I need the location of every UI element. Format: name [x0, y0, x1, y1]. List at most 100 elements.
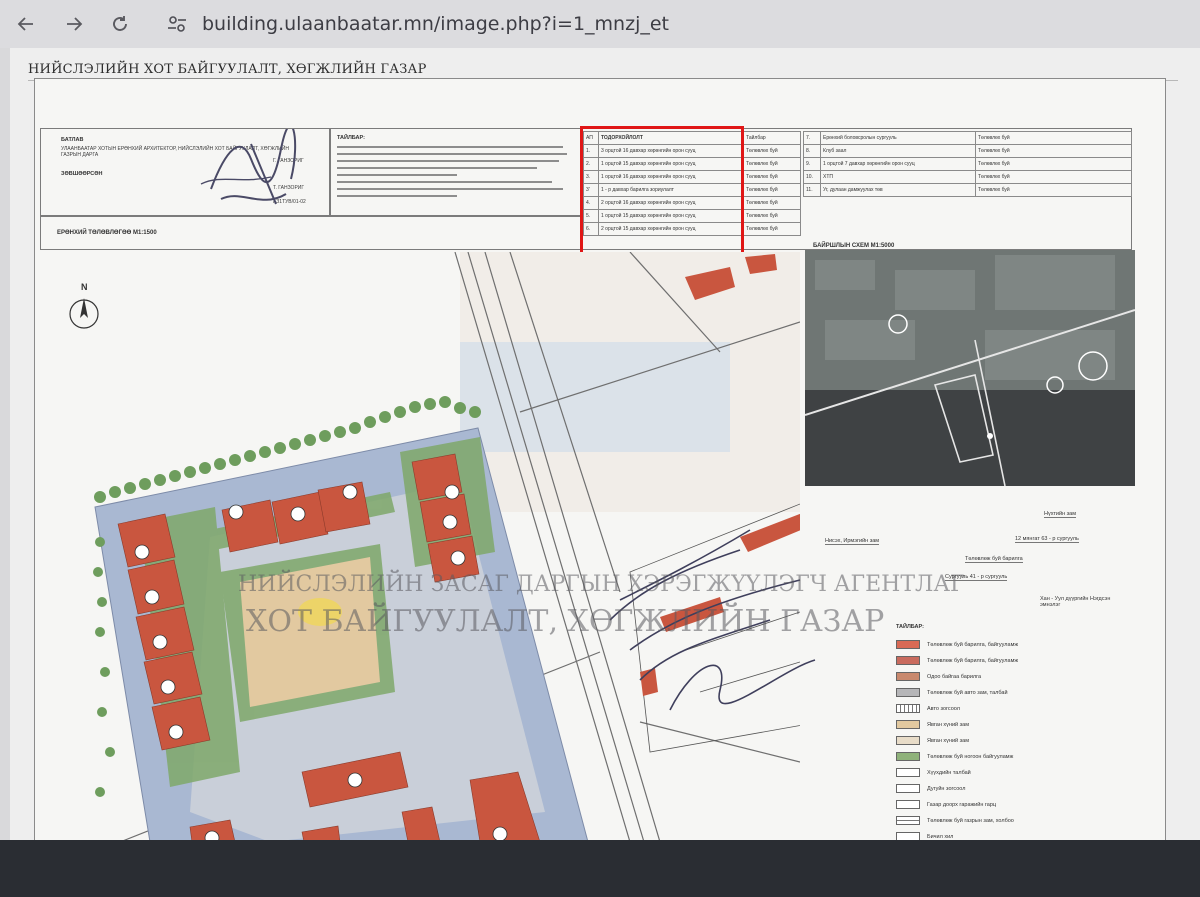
- handwritten-signature: [200, 129, 297, 205]
- spec-note: Төлөвлөх буй: [743, 209, 801, 223]
- url-text[interactable]: building.ulaanbaatar.mn/image.php?i=1_mn…: [202, 13, 669, 35]
- spec-desc: Уг, дулаан дамжуулах төв: [820, 183, 976, 197]
- location-map: [804, 250, 1136, 487]
- leader-label: Төлөвлөж буй барилга: [965, 556, 1023, 563]
- legend-swatch: [896, 816, 920, 825]
- spec-note: Төлөвлөх буй: [975, 183, 1132, 197]
- legend-swatch: [896, 704, 920, 713]
- legend-title: ТАЙЛБАР:: [896, 624, 924, 630]
- spec-note: Төлөвлөх буй: [743, 183, 801, 197]
- legend-item: Төлөвлөж буй ногоон байгууламж: [896, 752, 1013, 761]
- legend-swatch: [896, 656, 920, 665]
- notes-text-lines: [337, 146, 567, 197]
- spec-desc: 1 орцтой 7 давхар хөрөнгийн орон сууц: [820, 157, 976, 171]
- legend-item: Төлөвлөж буй барилга, байгууламж: [896, 656, 1018, 665]
- spec-header-note: Тайлбар: [743, 131, 801, 145]
- legend-text: Явган хүний зам: [927, 737, 969, 744]
- forward-arrow-icon[interactable]: [58, 8, 90, 40]
- reload-icon[interactable]: [104, 8, 136, 40]
- table-row: 9. 1 орцтой 7 давхар хөрөнгийн орон сууц Т…: [803, 157, 1132, 171]
- spec-num: 7.: [803, 131, 821, 145]
- legend-text: Төлөвлөж буй авто зам, талбай: [927, 689, 1008, 696]
- spec-num: 10.: [803, 170, 821, 184]
- spec-note: Төлөвлөх буй: [743, 157, 801, 171]
- legend-swatch: [896, 752, 920, 761]
- table-row: 7. Ерөнхий боловсролын сургууль Төлөвлөх б…: [803, 131, 1132, 145]
- legend-item: Төлөвлөж буй авто зам, талбай: [896, 688, 1008, 697]
- legend-text: Төлөвлөж буй барилга, байгууламж: [927, 657, 1019, 664]
- watermark-department: ХОТ БАЙГУУЛАЛТ, ХӨГЖЛИЙН ГАЗАР: [246, 604, 885, 639]
- watermark-agency: НИЙСЛЭЛИЙН ЗАСАГ ДАРГЫН ХЭРЭГЖҮҮЛЭГЧ АГЕ…: [238, 572, 965, 597]
- general-plan-label: ЕРӨНХИЙ ТӨЛӨВЛӨГӨӨ М1:1500: [57, 230, 157, 236]
- highlight-box: [580, 126, 744, 258]
- leader-label: Нүхтийн зам: [1044, 511, 1077, 518]
- north-label: N: [81, 282, 88, 292]
- spec-note: Төлөвлөх буй: [743, 170, 801, 184]
- spec-num: 8.: [803, 144, 821, 158]
- legend-item: Одоо байгаа барилга: [896, 672, 981, 681]
- spec-note: Төлөвлөх буй: [743, 222, 801, 236]
- legend-text: Төлөвлөж буй ногоон байгууламж: [927, 753, 1014, 760]
- legend-item: Газар доорх гаражийн гарц: [896, 800, 996, 809]
- spec-num: 9.: [803, 157, 821, 171]
- legend-text: Явган хүний зам: [927, 721, 969, 728]
- leader-label: Хан - Уул дүүргийн Нэгдсэн эмнэлэг: [1040, 596, 1111, 608]
- back-arrow-icon[interactable]: [10, 8, 42, 40]
- legend-swatch: [896, 672, 920, 681]
- legend: ТАЙЛБАР: Төлөвлөж буй барилга, байгуулам…: [886, 624, 1146, 852]
- legend-swatch: [896, 800, 920, 809]
- location-scheme-label: БАЙРШЛЫН СХЕМ М1:5000: [813, 243, 895, 249]
- legend-swatch: [896, 736, 920, 745]
- legend-text: Одоо байгаа барилга: [927, 673, 982, 680]
- legend-text: Бичил хил: [927, 833, 954, 840]
- spec-note: Төлөвлөх буй: [975, 170, 1132, 184]
- spec-desc: Клуб заал: [820, 144, 976, 158]
- satellite-image: [804, 250, 1136, 487]
- legend-item: Дугуйн зогсоол: [896, 784, 965, 793]
- spec-desc: ХТП: [820, 170, 976, 184]
- legend-swatch: [896, 688, 920, 697]
- legend-item: Төлөвлөж буй барилга, байгууламж: [896, 640, 1018, 649]
- approve-cell: БАТЛАВ УЛААНБААТАР ХОТЫН ЕРӨНХИЙ АРХИТЕК…: [40, 128, 330, 216]
- monitor-bezel: [0, 840, 1200, 897]
- legend-text: Газар доорх гаражийн гарц: [927, 801, 997, 808]
- legend-text: Төлөвлөж буй газрын зам, холбоо: [927, 817, 1014, 824]
- legend-swatch: [896, 784, 920, 793]
- water-tint: [460, 342, 730, 452]
- legend-swatch: [896, 640, 920, 649]
- table-row: 10. ХТП Төлөвлөх буй: [803, 170, 1132, 184]
- spec-note: Төлөвлөх буй: [975, 144, 1132, 158]
- legend-item: Явган хүний зам: [896, 736, 969, 745]
- legend-text: Төлөвлөж буй барилга, байгууламж: [927, 641, 1019, 648]
- legend-swatch: [896, 720, 920, 729]
- browser-toolbar: building.ulaanbaatar.mn/image.php?i=1_mn…: [0, 0, 1200, 48]
- leader-label: Нисэх, Ирмэгийн зам: [825, 538, 880, 545]
- spec-note: Төлөвлөх буй: [743, 144, 801, 158]
- page-title: НИЙСЛЭЛИЙН ХОТ БАЙГУУЛАЛТ, ХӨГЖЛИЙН ГАЗА…: [28, 62, 427, 77]
- legend-swatch: [896, 768, 920, 777]
- approve-label: БАТЛАВ: [61, 137, 84, 143]
- north-arrow-icon: [69, 298, 99, 329]
- table-row: 11. Уг, дулаан дамжуулах төв Төлөвлөх буй: [803, 183, 1132, 197]
- legend-text: Дугуйн зогсоол: [927, 785, 966, 792]
- notes-cell: ТАЙЛБАР:: [330, 128, 582, 216]
- spec-note: Төлөвлөх буй: [743, 196, 801, 210]
- spec-table-side: 7. Ерөнхий боловсролын сургууль Төлөвлөх б…: [803, 131, 1132, 249]
- legend-item: Төлөвлөж буй газрын зам, холбоо: [896, 816, 1014, 825]
- address-bar[interactable]: building.ulaanbaatar.mn/image.php?i=1_mn…: [166, 8, 669, 40]
- spec-desc: Ерөнхий боловсролын сургууль: [820, 131, 976, 145]
- agree-label: ЗӨВШӨӨРСӨН: [61, 171, 103, 177]
- leader-label: 12 мянгат 63 - р сургууль: [1015, 536, 1079, 543]
- notes-label: ТАЙЛБАР:: [337, 135, 365, 141]
- legend-item: Хүүхдийн талбай: [896, 768, 971, 777]
- plan-label-band: ЕРӨНХИЙ ТӨЛӨВЛӨГӨӨ М1:1500: [40, 216, 582, 250]
- legend-item: Явган хүний зам: [896, 720, 969, 729]
- spec-num: 11.: [803, 183, 821, 197]
- site-settings-icon[interactable]: [166, 13, 188, 35]
- leader-label: Сургууль 41 - р сургууль: [945, 574, 1008, 581]
- spec-note: Төлөвлөх буй: [975, 131, 1132, 145]
- legend-text: Хүүхдийн талбай: [927, 769, 971, 776]
- legend-item: Авто зогсоол: [896, 704, 960, 713]
- legend-text: Авто зогсоол: [927, 705, 960, 712]
- table-row: 8. Клуб заал Төлөвлөх буй: [803, 144, 1132, 158]
